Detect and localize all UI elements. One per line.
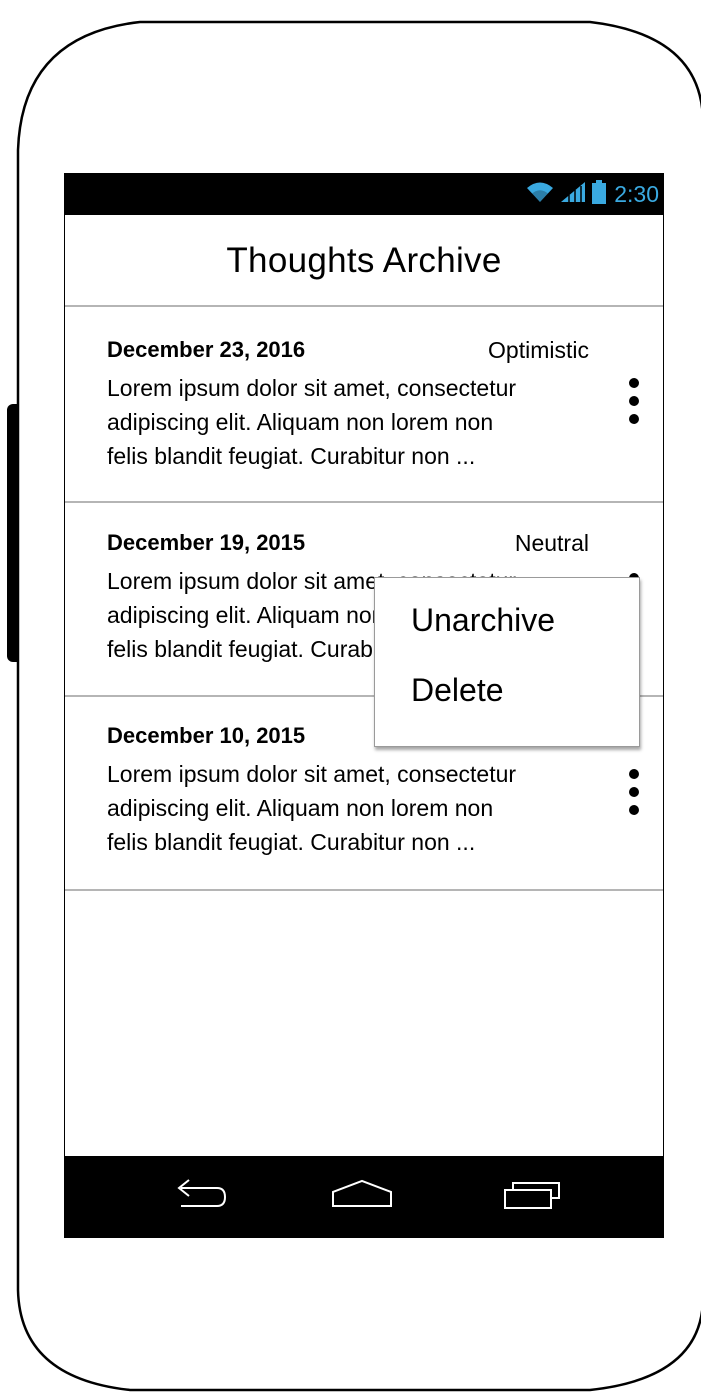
status-time: 2:30 <box>614 180 659 207</box>
unarchive-menu-item[interactable]: Unarchive <box>411 602 555 639</box>
divider <box>65 305 663 307</box>
divider <box>65 501 663 503</box>
entry-mood: Neutral <box>514 530 589 556</box>
entry-text: Lorem ipsum dolor sit amet, consectetur … <box>107 761 517 855</box>
side-volume-button[interactable] <box>7 404 19 662</box>
home-icon[interactable] <box>327 1170 397 1224</box>
phone-screen: 2:30 Thoughts Archive December 23, 2016 … <box>64 173 664 1238</box>
back-icon[interactable] <box>163 1170 233 1224</box>
entry-text: Lorem ipsum dolor sit amet, consectetur … <box>107 375 517 469</box>
wifi-icon <box>526 181 554 208</box>
entry-date: December 23, 2016 <box>107 337 306 362</box>
signal-icon <box>560 181 586 208</box>
recents-icon[interactable] <box>497 1170 567 1224</box>
more-options-icon[interactable] <box>623 769 643 825</box>
context-menu: Unarchive Delete <box>374 577 640 747</box>
entry-date: December 10, 2015 <box>107 723 306 748</box>
status-icons: 2:30 <box>526 173 659 215</box>
more-options-icon[interactable] <box>623 378 643 434</box>
divider <box>65 889 663 891</box>
entry-mood: Optimistic <box>488 337 589 363</box>
status-bar: 2:30 <box>65 173 663 215</box>
entry-date: December 19, 2015 <box>107 530 306 555</box>
battery-icon <box>592 179 607 209</box>
page-title: Thoughts Archive <box>226 241 502 280</box>
delete-menu-item[interactable]: Delete <box>411 672 504 709</box>
navigation-bar <box>65 1156 663 1238</box>
